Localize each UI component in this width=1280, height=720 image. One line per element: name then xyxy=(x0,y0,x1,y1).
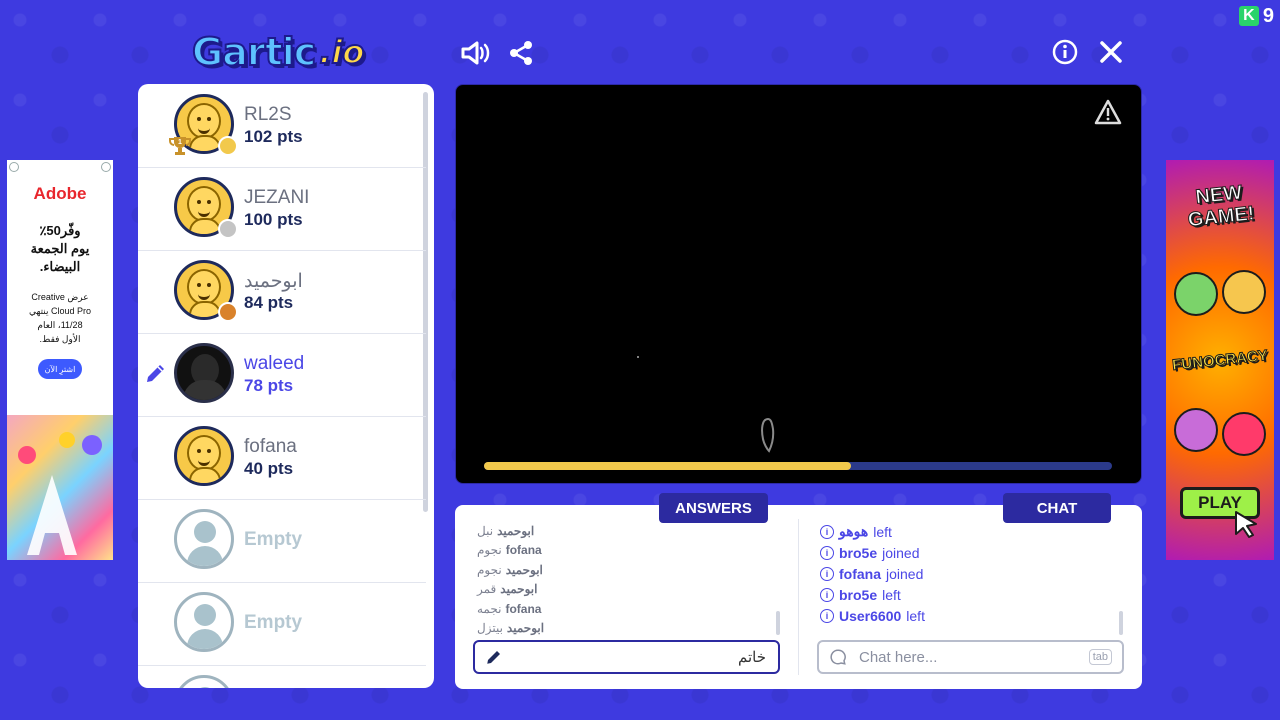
chat-row: i fofana joined xyxy=(820,563,1120,584)
answer-input[interactable] xyxy=(513,647,768,667)
info-icon: i xyxy=(820,587,834,602)
player-row: fofana 40 pts xyxy=(138,416,426,500)
player-points: 40 pts xyxy=(244,459,294,478)
guess-chat-panel: ابوحميد نبل fofana نجوم ابوحميد نجوم ابوحمي… xyxy=(455,505,1142,689)
rank-dot xyxy=(218,302,238,322)
chat-input-box[interactable]: tab xyxy=(817,640,1124,674)
player-row: JEZANI 100 pts xyxy=(138,167,426,251)
player-points: 102 pts xyxy=(244,127,303,146)
chat-scrollbar[interactable] xyxy=(1119,611,1123,635)
empty-avatar-icon xyxy=(174,592,234,652)
chat-row: i bro5e left xyxy=(820,584,1120,605)
logo-text: Gartic xyxy=(191,29,317,75)
ad-character-angry xyxy=(1222,412,1266,456)
panel-divider xyxy=(798,519,799,675)
canvas-dot xyxy=(637,356,639,358)
canvas-stroke xyxy=(761,417,775,453)
share-icon[interactable] xyxy=(504,36,538,70)
avatar xyxy=(174,343,234,403)
time-progress-fill xyxy=(484,462,852,470)
chat-bubble-icon xyxy=(830,649,846,665)
rank-dot xyxy=(218,219,238,239)
pencil-icon xyxy=(487,651,500,664)
tab-answers[interactable]: ANSWERS xyxy=(659,493,768,523)
ad-artwork xyxy=(7,415,113,560)
player-row: ابوحميد 84 pts xyxy=(138,250,426,334)
tab-chat[interactable]: CHAT xyxy=(1003,493,1111,523)
answer-row: ابوحميد نبل xyxy=(477,523,535,538)
info-icon[interactable] xyxy=(1048,35,1082,69)
answers-list[interactable]: ابوحميد نبل fofana نجوم ابوحميد نجوم ابوحمي… xyxy=(477,521,777,638)
cursor-icon xyxy=(1235,511,1257,538)
ad-subtitle: FUNOCRACY xyxy=(1171,347,1269,375)
trophy-icon: 1 xyxy=(169,137,191,155)
empty-label: Empty xyxy=(244,612,303,633)
chat-row: i bro5e joined xyxy=(820,542,1120,563)
answer-row: ابوحميد نجوم xyxy=(477,562,543,577)
empty-avatar-icon xyxy=(174,509,234,569)
svg-text:1: 1 xyxy=(178,139,182,146)
chat-input[interactable] xyxy=(857,647,1079,667)
empty-avatar-icon xyxy=(174,675,234,688)
chat-row: i User6600 left xyxy=(820,605,1120,626)
answers-scrollbar[interactable] xyxy=(776,611,780,635)
close-icon[interactable] xyxy=(1094,35,1128,69)
chat-list[interactable]: i هوهو left i bro5e joined i fofana joined i br… xyxy=(820,521,1120,626)
info-icon: i xyxy=(820,566,834,581)
player-row-drawing: waleed 78 pts xyxy=(138,333,426,417)
answer-row: fofana نجمه xyxy=(477,601,542,616)
ad-shield-icon xyxy=(9,162,19,172)
answer-input-box[interactable] xyxy=(473,640,780,674)
player-points: 84 pts xyxy=(244,293,294,312)
ad-banner-right[interactable]: NEW GAME! FUNOCRACY PLAY xyxy=(1166,160,1274,560)
player-points: 78 pts xyxy=(244,376,294,395)
ad-choices-icon[interactable] xyxy=(101,162,111,172)
ad-headline: وفّر50٪ يوم الجمعة البيضاء. xyxy=(30,223,90,274)
answer-row: ابوحميد قمر xyxy=(477,582,538,597)
ad-character-bearded xyxy=(1174,408,1218,452)
empty-slot: Empty xyxy=(138,499,426,583)
ad-body-text: عرض Creative Cloud Pro ينتهي 11/28، العا… xyxy=(28,292,92,344)
rank-dot xyxy=(218,136,238,156)
sound-icon[interactable] xyxy=(458,36,492,70)
answer-row: fofana نجوم xyxy=(477,543,542,558)
player-row: 1 RL2S 102 pts xyxy=(138,84,426,168)
info-icon: i xyxy=(820,524,834,539)
avatar xyxy=(174,426,234,486)
logo-suffix: .io xyxy=(318,32,365,72)
k-badge-icon: K xyxy=(1238,6,1259,26)
report-warning-icon[interactable] xyxy=(1094,99,1122,125)
info-icon: i xyxy=(820,545,834,560)
empty-slot: Empty xyxy=(138,582,426,666)
player-name: ابوحميد xyxy=(244,271,303,292)
corner-badge-value: 9 xyxy=(1262,4,1274,27)
ad-brand: Adobe xyxy=(33,184,87,203)
drawing-canvas[interactable] xyxy=(455,84,1142,484)
ad-character-blonde xyxy=(1222,270,1266,314)
player-name: waleed xyxy=(244,353,305,374)
corner-badge: K 9 xyxy=(1238,4,1274,28)
tab-hint: tab xyxy=(1088,649,1112,665)
info-icon: i xyxy=(820,608,834,623)
player-name: JEZANI xyxy=(244,187,310,208)
player-name: RL2S xyxy=(244,104,292,125)
player-list[interactable]: 1 RL2S 102 pts JEZANI 100 pts ابوحميد 84… xyxy=(138,84,434,688)
ad-title: NEW GAME! xyxy=(1186,181,1256,232)
player-name: fofana xyxy=(244,436,297,457)
empty-slot xyxy=(138,665,426,688)
player-points: 100 pts xyxy=(244,210,303,229)
ad-banner-left[interactable]: Adobe وفّر50٪ يوم الجمعة البيضاء. عرض Cr… xyxy=(7,160,113,560)
answer-row: ابوحميد بيتزل xyxy=(477,621,545,636)
ad-character-thumbs xyxy=(1174,272,1218,316)
gartic-logo[interactable]: Gartic .io xyxy=(191,29,365,75)
ad-buy-button[interactable]: اشترِ الآن xyxy=(38,359,82,379)
pencil-icon xyxy=(147,365,164,382)
chat-row: i هوهو left xyxy=(820,521,1120,542)
time-progress-bar xyxy=(484,462,1112,470)
empty-label: Empty xyxy=(244,529,303,550)
